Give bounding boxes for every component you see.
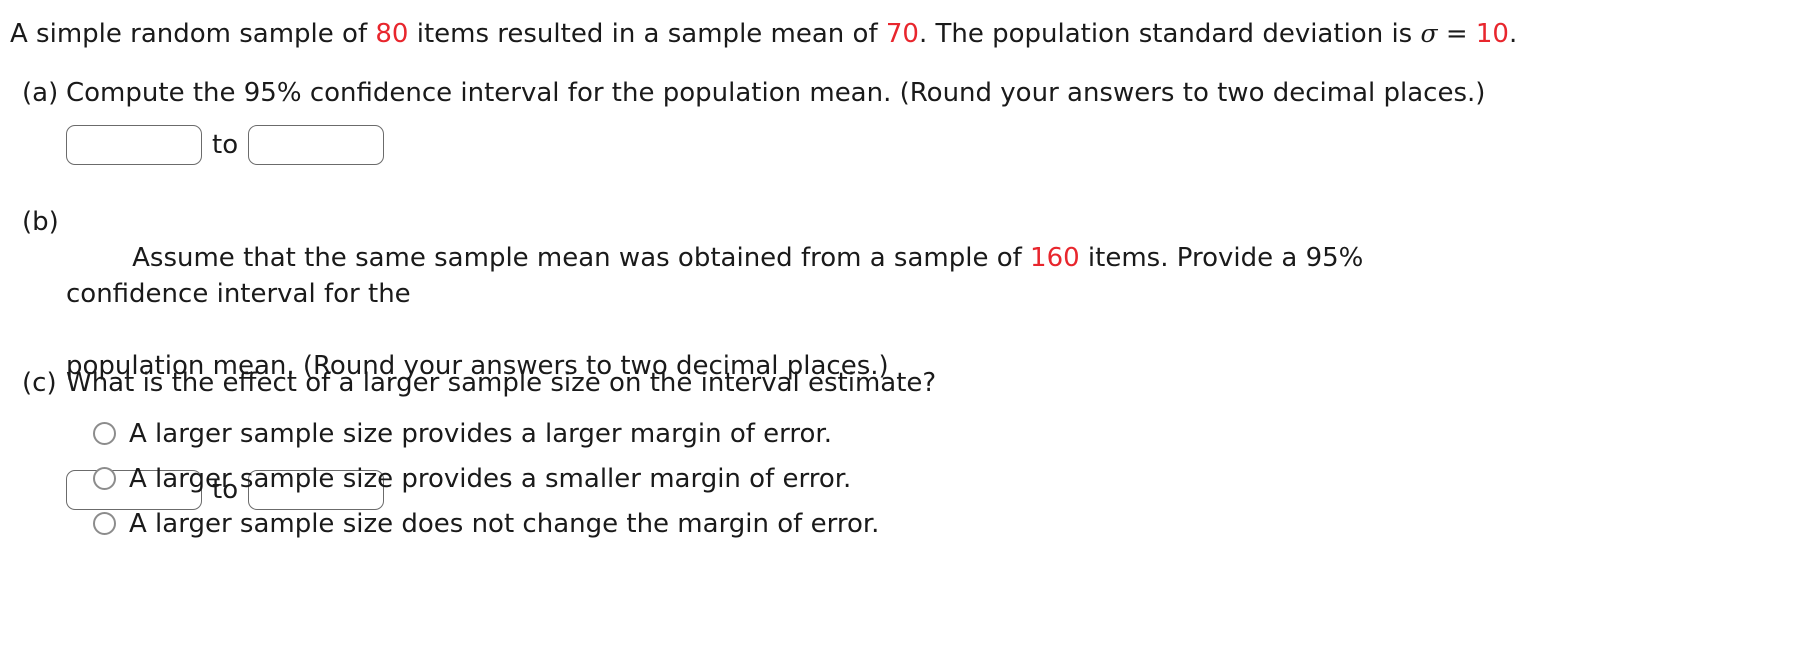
part-c-question-text: What is the effect of a larger sample si… bbox=[66, 368, 937, 398]
option-label-larger-margin: A larger sample size provides a larger m… bbox=[129, 418, 832, 449]
part-b-text-segment-1: Assume that the same sample mean was obt… bbox=[132, 243, 1031, 273]
part-a-question-text: Compute the 95% confidence interval for … bbox=[66, 78, 1486, 108]
equals-sign: = bbox=[1437, 19, 1476, 49]
part-c-options-group: A larger sample size provides a larger m… bbox=[66, 411, 936, 546]
radio-button-icon[interactable] bbox=[93, 512, 116, 535]
part-b-sample-size-value: 160 bbox=[1030, 243, 1080, 273]
option-no-change-margin[interactable]: A larger sample size does not change the… bbox=[93, 501, 936, 546]
part-b-label: (b) bbox=[22, 207, 59, 237]
sample-mean-value: 70 bbox=[885, 19, 919, 49]
problem-statement: A simple random sample of 80 items resul… bbox=[10, 17, 1517, 51]
option-label-no-change-margin: A larger sample size does not change the… bbox=[129, 508, 880, 539]
radio-button-icon[interactable] bbox=[93, 422, 116, 445]
intro-text-part-2: items resulted in a sample mean of bbox=[408, 19, 886, 49]
part-a-body: Compute the 95% confidence interval for … bbox=[66, 75, 1485, 165]
worksheet-page: A simple random sample of 80 items resul… bbox=[0, 0, 1803, 664]
part-a-label: (a) bbox=[22, 78, 59, 108]
sigma-value: 10 bbox=[1475, 19, 1509, 49]
sigma-symbol: σ bbox=[1420, 19, 1438, 48]
intro-text-part-4: . bbox=[1508, 19, 1518, 49]
part-a-connector-label: to bbox=[212, 130, 239, 160]
option-larger-margin[interactable]: A larger sample size provides a larger m… bbox=[93, 411, 936, 456]
radio-button-icon[interactable] bbox=[93, 467, 116, 490]
part-a-answer-row: to bbox=[66, 125, 1485, 165]
option-smaller-margin[interactable]: A larger sample size provides a smaller … bbox=[93, 456, 936, 501]
intro-text-part-3: . The population standard deviation is bbox=[918, 19, 1421, 49]
sample-size-value: 80 bbox=[375, 19, 409, 49]
part-a-lower-bound-input[interactable] bbox=[66, 125, 202, 165]
intro-text-part-1: A simple random sample of bbox=[10, 19, 376, 49]
option-label-smaller-margin: A larger sample size provides a smaller … bbox=[129, 463, 852, 494]
part-a: (a) Compute the 95% confidence interval … bbox=[0, 75, 1485, 165]
part-c: (c) What is the effect of a larger sampl… bbox=[0, 365, 936, 546]
part-a-upper-bound-input[interactable] bbox=[248, 125, 385, 165]
part-c-body: What is the effect of a larger sample si… bbox=[66, 365, 936, 546]
part-c-label: (c) bbox=[22, 368, 57, 398]
